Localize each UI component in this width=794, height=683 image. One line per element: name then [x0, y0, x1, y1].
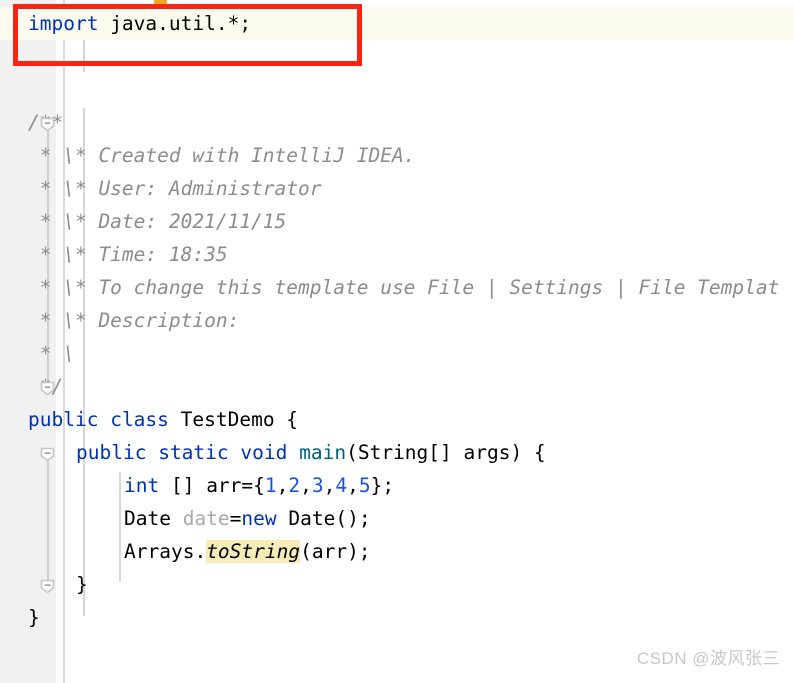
- line-comment-description-token-0: * \* Description:: [28, 309, 240, 332]
- code-editor-screenshot: import java.util.*;/** * \* Created with…: [0, 0, 794, 683]
- line-close-class[interactable]: }: [28, 601, 40, 634]
- line-int-array-token-3: ,: [276, 474, 289, 497]
- line-int-array-token-1: [] arr={: [159, 474, 265, 497]
- line-main-decl[interactable]: public static void main(String[] args) {: [76, 436, 546, 469]
- line-date-decl-token-1: date: [182, 507, 230, 530]
- line-comment-description[interactable]: * \* Description:: [28, 304, 240, 337]
- line-date-decl-token-0: Date: [124, 507, 183, 530]
- line-comment-template[interactable]: * \* To change this template use File | …: [28, 271, 780, 304]
- line-comment-date-token-0: * \* Date: 2021/11/15: [28, 210, 287, 233]
- code-text-layer[interactable]: import java.util.*;/** * \* Created with…: [0, 0, 794, 683]
- watermark-label: CSDN @波风张三: [636, 649, 780, 668]
- line-int-array-token-8: 4: [335, 474, 348, 497]
- line-close-method-token-0: }: [76, 573, 88, 596]
- line-arrays-tostring-token-0: Arrays.: [124, 540, 207, 563]
- line-main-decl-token-2: static: [158, 441, 229, 464]
- line-int-array-token-6: 3: [311, 474, 324, 497]
- line-class-decl-token-0: public: [28, 408, 99, 431]
- line-date-decl-token-2: =: [229, 507, 242, 530]
- line-int-array-token-10: 5: [358, 474, 371, 497]
- line-int-array-token-5: ,: [300, 474, 312, 497]
- line-main-decl-token-7: (String[] args) {: [346, 441, 546, 464]
- fold-main-close-icon[interactable]: [40, 579, 55, 594]
- line-main-decl-token-1: [146, 441, 158, 464]
- orange-fold-badge-icon[interactable]: [154, 0, 167, 4]
- fold-main-open-icon[interactable]: [40, 447, 55, 462]
- line-import-token-0: import: [28, 12, 99, 35]
- line-date-decl[interactable]: Date date=new Date();: [124, 502, 371, 535]
- line-comment-date[interactable]: * \* Date: 2021/11/15: [28, 205, 287, 238]
- line-comment-time-token-0: * \* Time: 18:35: [28, 243, 228, 266]
- line-import-token-1: java.util.*;: [98, 12, 252, 35]
- line-int-array-token-2: 1: [264, 474, 277, 497]
- fold-comment-open-icon[interactable]: [40, 117, 55, 132]
- line-arrays-tostring-token-2: (arr);: [300, 540, 371, 563]
- line-main-decl-token-3: [229, 441, 241, 464]
- line-import[interactable]: import java.util.*;: [28, 7, 251, 40]
- line-int-array-token-9: ,: [347, 474, 359, 497]
- line-comment-created[interactable]: * \* Created with IntelliJ IDEA.: [28, 139, 416, 172]
- line-date-decl-token-4: Date();: [276, 507, 371, 530]
- line-class-decl[interactable]: public class TestDemo {: [28, 403, 298, 436]
- line-class-decl-token-3: TestDemo {: [168, 408, 299, 431]
- line-main-decl-token-4: void: [240, 441, 288, 464]
- line-int-array-token-0: int: [124, 474, 160, 497]
- line-class-decl-token-1: [98, 408, 110, 431]
- line-int-array[interactable]: int [] arr={1,2,3,4,5};: [124, 469, 394, 502]
- line-int-array-token-7: ,: [323, 474, 336, 497]
- line-int-array-token-11: };: [370, 474, 395, 497]
- line-comment-backslash[interactable]: * \: [28, 337, 75, 370]
- line-class-decl-token-2: class: [110, 408, 169, 431]
- line-main-decl-token-0: public: [76, 441, 147, 464]
- line-int-array-token-4: 2: [288, 474, 301, 497]
- line-close-class-token-0: }: [28, 606, 40, 629]
- fold-comment-close-icon[interactable]: [40, 381, 55, 396]
- line-comment-backslash-token-0: * \: [28, 342, 75, 365]
- line-comment-user-token-0: * \* User: Administrator: [28, 177, 322, 200]
- line-main-decl-token-6: main: [299, 441, 347, 464]
- line-arrays-tostring-token-1: toString: [206, 540, 301, 563]
- line-comment-created-token-0: * \* Created with IntelliJ IDEA.: [28, 144, 416, 167]
- line-main-decl-token-5: [287, 441, 299, 464]
- line-comment-time[interactable]: * \* Time: 18:35: [28, 238, 228, 271]
- line-comment-template-token-0: * \* To change this template use File | …: [28, 276, 780, 299]
- line-comment-user[interactable]: * \* User: Administrator: [28, 172, 322, 205]
- line-arrays-tostring[interactable]: Arrays.toString(arr);: [124, 535, 371, 568]
- line-close-method[interactable]: }: [76, 568, 88, 601]
- line-date-decl-token-3: new: [241, 507, 277, 530]
